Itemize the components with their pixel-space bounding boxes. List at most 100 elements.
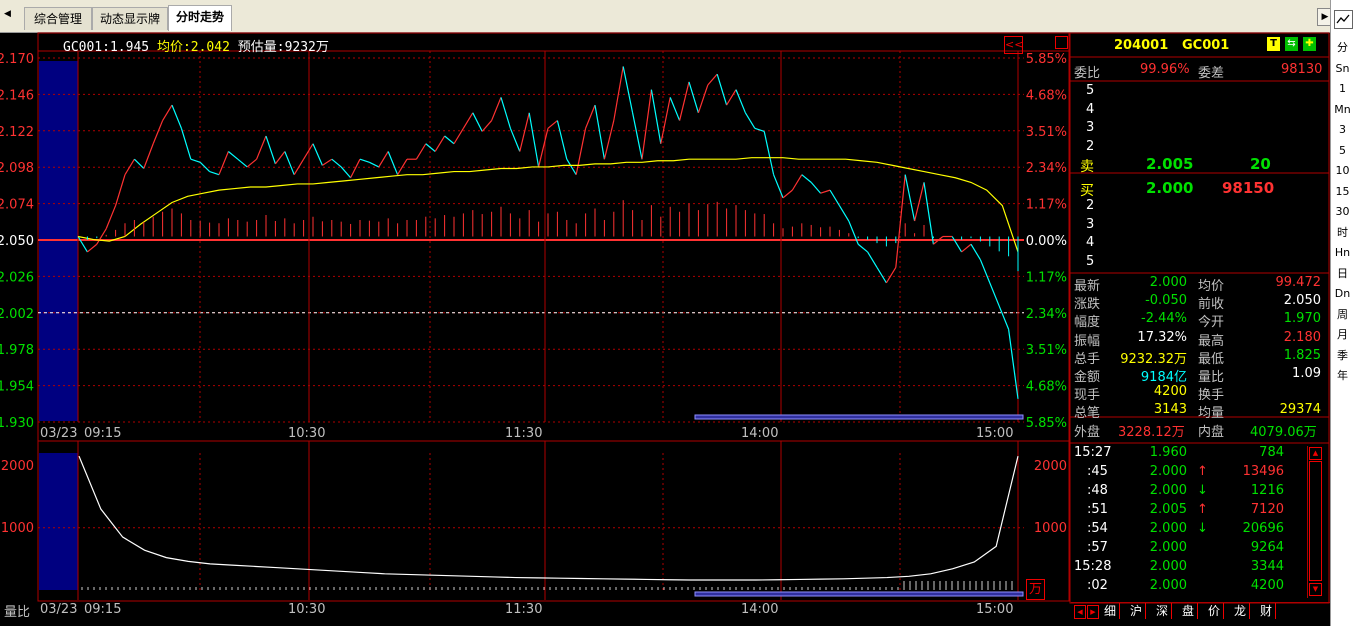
x-tick-2: 10:30 — [288, 426, 325, 441]
pre-open-volume-block — [39, 453, 78, 590]
volume-x-tick-4: 14:00 — [741, 602, 778, 617]
bottom-tab-3[interactable]: 盘 — [1179, 603, 1199, 619]
price-line-segment — [726, 89, 737, 106]
price-line-segment — [105, 205, 117, 229]
tick-vol-5: 9264 — [1250, 540, 1284, 555]
period-button-9[interactable]: 时 — [1331, 223, 1353, 243]
price-line-segment — [509, 128, 521, 152]
price-line-segment — [782, 189, 793, 199]
y-tick-left-2: 2.122 — [0, 125, 34, 140]
price-line-segment — [641, 89, 652, 160]
scroll-up-icon[interactable]: ▲ — [1309, 447, 1322, 460]
y-tick-left-1: 2.146 — [0, 88, 34, 103]
sell-level-5: 5 — [1086, 83, 1095, 98]
price-line-segment — [857, 243, 868, 253]
price-line-segment — [190, 158, 201, 163]
x-tick-0: 03/23 — [40, 426, 77, 441]
tick-price-3: 2.005 — [1149, 502, 1187, 517]
price-line-segment — [472, 112, 483, 132]
collapse-left-icon[interactable]: << — [1004, 36, 1023, 54]
period-button-15[interactable]: 季 — [1331, 346, 1353, 366]
price-line-segment — [528, 112, 540, 168]
quote-code: 204001 — [1114, 38, 1169, 53]
bottom-tab-strip: ◀ ▶ 细沪深盘价龙财 — [1071, 602, 1330, 621]
tick-vol-4: 20696 — [1242, 521, 1284, 536]
period-button-3[interactable]: Mn — [1331, 100, 1353, 120]
stat-v1-0: 2.000 — [1149, 275, 1187, 290]
price-line-segment — [970, 243, 981, 260]
bottom-tab-5[interactable]: 龙 — [1231, 603, 1251, 619]
period-button-1[interactable]: Sn — [1331, 59, 1353, 79]
bottom-tab-6[interactable]: 财 — [1257, 603, 1277, 619]
buy-label: 买 — [1080, 183, 1094, 199]
unit-wan-label[interactable]: 万 — [1026, 579, 1045, 600]
bottom-tab-2[interactable]: 深 — [1153, 603, 1173, 619]
price-line-segment — [171, 104, 182, 129]
price-line-segment — [679, 81, 690, 121]
price-line-segment — [820, 189, 831, 194]
price-line-segment — [660, 97, 671, 144]
period-button-7[interactable]: 15 — [1331, 182, 1353, 202]
bottom-prev-icon[interactable]: ◀ — [1074, 605, 1086, 619]
est-volume: 9232万 — [284, 40, 329, 55]
tick-price-0: 1.960 — [1149, 445, 1187, 460]
stat-l2-6: 换手 — [1198, 388, 1225, 404]
y-tick-right-7: 2.34% — [1026, 307, 1067, 322]
bottom-next-icon[interactable]: ▶ — [1087, 605, 1099, 619]
x-tick-1: 09:15 — [84, 426, 121, 441]
tick-scrollbar[interactable]: ▲ ▼ — [1307, 446, 1322, 598]
bottom-tab-1[interactable]: 沪 — [1127, 603, 1147, 619]
period-button-10[interactable]: Hn — [1331, 243, 1353, 263]
y-tick-right-0: 5.85% — [1026, 52, 1067, 67]
period-button-16[interactable]: 年 — [1331, 366, 1353, 386]
t-icon[interactable]: T — [1267, 37, 1280, 51]
y-tick-right-9: 4.68% — [1026, 380, 1067, 395]
y-tick-left-0: 2.170 — [0, 52, 34, 67]
period-button-5[interactable]: 5 — [1331, 141, 1353, 161]
intraday-chart-icon[interactable] — [1334, 10, 1353, 29]
price-line-segment — [359, 158, 370, 163]
period-button-4[interactable]: 3 — [1331, 120, 1353, 140]
tick-price-4: 2.000 — [1149, 521, 1187, 536]
restore-icon[interactable] — [1055, 36, 1068, 49]
period-button-2[interactable]: 1 — [1331, 79, 1353, 99]
price-line-segment — [434, 135, 446, 152]
volume-ratio-line — [78, 455, 1019, 581]
y-tick-right-2: 3.51% — [1026, 125, 1067, 140]
add-icon[interactable]: ✚ — [1303, 37, 1316, 51]
price-line-segment — [369, 161, 380, 168]
price-line-segment — [312, 143, 323, 166]
volume-y-tick-left-1: 1000 — [1, 521, 34, 536]
price-line-segment — [998, 305, 1010, 330]
y-tick-left-5: 2.050 — [0, 234, 34, 249]
bottom-tab-4[interactable]: 价 — [1205, 603, 1225, 619]
price-line-segment — [538, 128, 549, 168]
quote-symbol: GC001 — [1182, 38, 1230, 53]
sell-level-3: 3 — [1086, 120, 1095, 135]
period-button-14[interactable]: 月 — [1331, 325, 1353, 345]
wai-pan-label: 外盘 — [1074, 425, 1101, 440]
volume-x-tick-2: 10:30 — [288, 602, 325, 617]
price-line-segment — [77, 236, 88, 253]
scroll-thumb[interactable] — [1309, 461, 1322, 581]
period-button-11[interactable]: 日 — [1331, 264, 1353, 284]
period-button-0[interactable]: 分 — [1331, 38, 1353, 58]
code-label: GC001: — [63, 40, 110, 55]
price-line-segment — [904, 174, 916, 222]
tick-time-7: :02 — [1087, 578, 1108, 593]
switch-icon[interactable]: ⇆ — [1285, 37, 1298, 51]
price-line-segment — [265, 135, 276, 165]
selection-bar-bottom — [694, 591, 1024, 597]
stat-v2-3: 2.180 — [1283, 329, 1321, 345]
price-line-segment — [716, 74, 728, 106]
period-button-6[interactable]: 10 — [1331, 161, 1353, 181]
bottom-tab-0[interactable]: 细 — [1101, 603, 1121, 619]
price-line-segment — [979, 259, 991, 284]
period-button-8[interactable]: 30 — [1331, 202, 1353, 222]
stat-v1-4: 9232.32万 — [1120, 351, 1187, 367]
price-line-segment — [697, 84, 709, 114]
period-button-13[interactable]: 周 — [1331, 305, 1353, 325]
scroll-down-icon[interactable]: ▼ — [1309, 583, 1322, 596]
volume-x-tick-1: 09:15 — [84, 602, 121, 617]
period-button-12[interactable]: Dn — [1331, 284, 1353, 304]
